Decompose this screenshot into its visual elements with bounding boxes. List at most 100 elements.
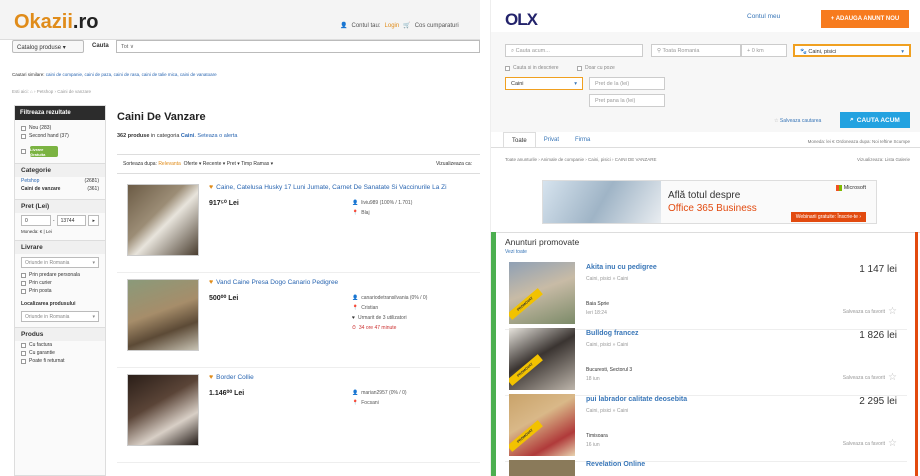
account-link[interactable]: Contul meu xyxy=(747,13,780,20)
listing-item[interactable]: ♥ Border Collie 1.146⁰⁰ Lei 👤 marian2957 (… xyxy=(117,368,480,463)
listing-item[interactable]: ♥ Caine, Catelusa Husky 17 Luni Jumate, C… xyxy=(117,178,480,273)
category-caini[interactable]: Caini de vanzare (361) xyxy=(15,185,105,193)
favorite-button[interactable]: Salveaza ca favorit ☆ xyxy=(843,306,897,317)
category-select[interactable]: 🐾 Caini, pisici ▾ xyxy=(793,44,911,57)
item-price: 2 295 lei xyxy=(859,396,897,407)
olx-header: OLX Contul meu + ADAUGA ANUNT NOU xyxy=(491,0,920,32)
listing-photo[interactable] xyxy=(127,279,199,351)
search-scope[interactable]: Tot ∨ xyxy=(121,44,134,50)
distance-select[interactable]: + 0 km xyxy=(741,44,787,57)
sort-options[interactable]: Oferte ▾ Recente ▾ Pret ▾ Timp Ramas ▾ xyxy=(184,161,274,167)
alert-link[interactable]: Seteaza o alerta xyxy=(197,133,237,139)
promoted-badge: PROMOVAT xyxy=(509,288,543,320)
livrare-option[interactable]: Prin posta xyxy=(15,287,105,295)
seller-info[interactable]: 👤 marian2957 (0% / 0) xyxy=(352,390,407,396)
item-photo[interactable]: PROMOVAT xyxy=(509,328,575,390)
ad-cta-button[interactable]: Webinarii gratuite: Înscrie-te › xyxy=(790,212,866,222)
produs-option[interactable]: Poate fi returnat xyxy=(15,357,105,365)
okazii-header: Okazii.ro 👤 Contul tau: Login 🛒 Cos cump… xyxy=(0,0,480,40)
listing-title[interactable]: ♥ Border Collie xyxy=(209,374,254,381)
filter-nou[interactable]: Nou (283) xyxy=(15,124,105,132)
truck-icon: Livrare Gratuita xyxy=(30,146,58,157)
checkbox[interactable] xyxy=(21,125,26,131)
price-go-button[interactable]: ▸ xyxy=(88,215,99,226)
search-input[interactable]: Tot ∨ xyxy=(116,40,480,53)
livrare-option[interactable]: Prin curier xyxy=(15,279,105,287)
item-photo[interactable]: PROMOVAT xyxy=(509,394,575,456)
subcategory-select[interactable]: Caini ▾ xyxy=(505,77,583,90)
see-all-link[interactable]: Vezi toate xyxy=(505,249,527,255)
seller-info[interactable]: 👤 canariodetransilvania (0% / 0) xyxy=(352,295,427,301)
item-title[interactable]: Bulldog francez xyxy=(586,330,639,337)
promoted-item[interactable]: PROMOVAT pui labrador calitate deosebita… xyxy=(505,394,907,462)
currency-toggle[interactable]: Moneda: € | Lei xyxy=(15,228,105,235)
listing-photo[interactable] xyxy=(127,374,199,446)
category-petshop[interactable]: Petshop (2681) xyxy=(15,177,105,185)
item-location: Baia Sprie xyxy=(586,301,610,307)
sort-relevanta[interactable]: Relevanta xyxy=(158,161,181,167)
promoted-item[interactable]: PROMOVAT Akita inu cu pedigree Caini, pi… xyxy=(505,262,907,330)
tab-firma[interactable]: Firma xyxy=(567,132,598,147)
filter-header: Filtreaza rezultate xyxy=(15,106,105,120)
view-toggle[interactable]: Vizualizeaza ca: xyxy=(436,161,472,167)
search-input[interactable]: ⌕ Cauta acum... xyxy=(505,44,643,57)
livrare-select[interactable]: Oriunde in Romania ▾ xyxy=(21,257,99,268)
listing-item[interactable]: ♥ Vand Caine Presa Dogo Canario Pedigree … xyxy=(117,273,480,368)
favorite-button[interactable]: Salveaza ca favorit ☆ xyxy=(843,438,897,449)
filter-second-hand[interactable]: Second hand (37) xyxy=(15,132,105,140)
cart-link[interactable]: Cos cumparaturi xyxy=(415,23,459,29)
free-delivery-filter[interactable]: Livrare Gratuita xyxy=(21,146,99,157)
breadcrumb[interactable]: Esti aici: ⌂ › Petshop › Caini de vanzar… xyxy=(12,89,91,94)
favorite-button[interactable]: Salveaza ca favorit ☆ xyxy=(843,372,897,383)
localizare-select[interactable]: Oriunde in Romania ▾ xyxy=(21,311,99,322)
livrare-option[interactable]: Prin predare personala xyxy=(15,271,105,279)
add-ad-button[interactable]: + ADAUGA ANUNT NOU xyxy=(821,10,909,28)
ad-title[interactable]: Revelation Online xyxy=(586,461,645,468)
price-max-input[interactable]: 13744 xyxy=(56,215,87,226)
location-info: 📍 Blaj xyxy=(352,210,370,216)
only-with-photos[interactable]: Doar cu poze xyxy=(577,65,615,71)
listing-photo[interactable] xyxy=(127,184,199,256)
price-from-input[interactable]: Pret de la (lei) xyxy=(589,77,665,90)
currency-sort-bar[interactable]: Moneda: lei € Ordoneaza dupa: Noi Ieftin… xyxy=(808,139,910,144)
seller-info[interactable]: 👤 liviu989 (100% / 1.701) xyxy=(352,200,412,206)
item-title[interactable]: pui labrador calitate deosebita xyxy=(586,396,687,403)
listing-title[interactable]: ♥ Vand Caine Presa Dogo Canario Pedigree xyxy=(209,279,338,286)
banner-ad[interactable]: Află totul despre Office 365 Business Mi… xyxy=(542,180,877,224)
item-photo[interactable]: PROMOVAT xyxy=(509,262,575,324)
ad-image xyxy=(543,181,661,223)
ad-product: Office 365 Business xyxy=(668,203,757,214)
item-location: Timisoara xyxy=(586,433,608,439)
catalog-button[interactable]: Catalog produse ▾ xyxy=(12,40,84,53)
star-icon: ☆ xyxy=(888,306,897,317)
price-min-input[interactable]: 0 xyxy=(21,215,51,226)
price-to-input[interactable]: Pret pana la (lei) xyxy=(589,94,665,107)
view-toggle[interactable]: Vizualizeaza: Lista Galerie xyxy=(857,157,910,162)
tab-toate[interactable]: Toate xyxy=(503,132,536,147)
login-link[interactable]: Login xyxy=(385,23,400,29)
produs-option[interactable]: Cu garantie xyxy=(15,349,105,357)
account-area: 👤 Contul tau: Login 🛒 Cos cumparaturi xyxy=(340,22,459,30)
item-title[interactable]: Akita inu cu pedigree xyxy=(586,264,657,271)
item-price: 1 147 lei xyxy=(859,264,897,275)
heart-icon: ♥ xyxy=(209,279,214,286)
promoted-title: Anunturi promovate xyxy=(505,237,580,247)
item-price: 1 826 lei xyxy=(859,330,897,341)
similar-links[interactable]: caini de companie, caini de paza, caini … xyxy=(46,72,217,77)
breadcrumb[interactable]: Toate anunturile › Animale de companie ›… xyxy=(505,157,656,162)
tab-privat[interactable]: Privat xyxy=(536,132,567,147)
paw-icon: 🐾 xyxy=(800,49,807,55)
olx-logo[interactable]: OLX xyxy=(505,10,538,30)
promoted-item[interactable]: PROMOVAT Bulldog francez Caini, pisici »… xyxy=(505,328,907,396)
produs-option[interactable]: Cu factura xyxy=(15,341,105,349)
next-ad[interactable]: Revelation Online xyxy=(505,458,907,476)
okazii-logo[interactable]: Okazii.ro xyxy=(14,11,98,34)
location-input[interactable]: ⚲ Toata Romania xyxy=(651,44,741,57)
category-link[interactable]: Caini xyxy=(181,133,194,139)
search-button[interactable]: ⌕ CAUTA ACUM xyxy=(840,112,910,128)
listing-title[interactable]: ♥ Caine, Catelusa Husky 17 Luni Jumate, C… xyxy=(209,184,447,191)
save-search-link[interactable]: ☆ Salveaza cautarea xyxy=(774,118,821,124)
search-in-description[interactable]: Cauta si in descriere xyxy=(505,65,559,71)
checkbox[interactable] xyxy=(21,133,26,139)
categorie-title: Categorie xyxy=(15,163,105,177)
